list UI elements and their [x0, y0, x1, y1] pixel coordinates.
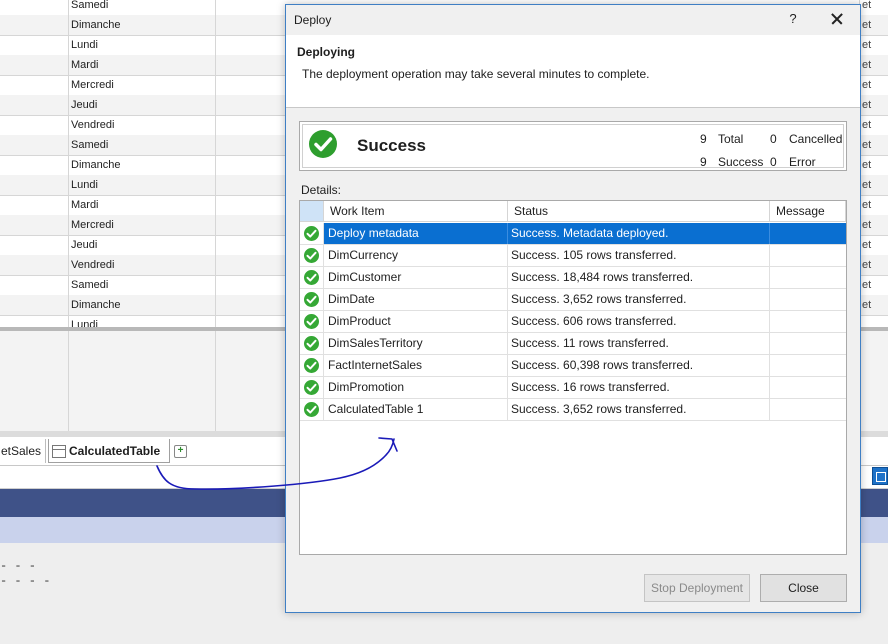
- message-cell: [770, 399, 846, 420]
- success-check-icon: [304, 248, 319, 263]
- status-cell: Success. 3,652 rows transferred.: [508, 399, 770, 420]
- status-cell: Success. 16 rows transferred.: [508, 377, 770, 398]
- add-table-icon: +: [174, 445, 187, 458]
- message-cell: [770, 333, 846, 354]
- status-cell: Success. 18,484 rows transferred.: [508, 267, 770, 288]
- total-count: 9: [700, 132, 707, 146]
- success-check-icon: [304, 336, 319, 351]
- close-button[interactable]: Close: [760, 574, 847, 602]
- deploy-dialog: Deploy ? Deploying The deployment operat…: [285, 4, 861, 613]
- help-button[interactable]: ?: [784, 10, 802, 28]
- success-check-icon: [304, 270, 319, 285]
- status-cell: Success. 11 rows transferred.: [508, 333, 770, 354]
- sheet-tab-sales[interactable]: etSales: [0, 439, 46, 463]
- success-check-icon: [304, 380, 319, 395]
- success-label: Success: [718, 155, 764, 169]
- work-item-cell: DimCustomer: [324, 267, 508, 288]
- cancelled-label: Cancelled: [789, 132, 843, 146]
- status-cell: Success. 105 rows transferred.: [508, 245, 770, 266]
- dash-line: - - - -: [0, 574, 51, 588]
- message-cell: [770, 355, 846, 376]
- status-cell: Success. 3,652 rows transferred.: [508, 289, 770, 310]
- message-cell: [770, 245, 846, 266]
- table-row[interactable]: DimCurrency Success. 105 rows transferre…: [300, 245, 846, 267]
- work-item-cell: DimProduct: [324, 311, 508, 332]
- work-item-cell: DimSalesTerritory: [324, 333, 508, 354]
- cancelled-count: 0: [770, 132, 777, 146]
- success-check-icon: [304, 226, 319, 241]
- table-row[interactable]: Deploy metadata Success. Metadata deploy…: [300, 223, 846, 245]
- message-cell: [770, 289, 846, 310]
- column-header-message[interactable]: Message: [770, 201, 846, 222]
- error-label: Error: [789, 155, 816, 169]
- success-check-icon: [304, 358, 319, 373]
- table-row[interactable]: FactInternetSales Success. 60,398 rows t…: [300, 355, 846, 377]
- dialog-description: The deployment operation may take severa…: [302, 67, 650, 81]
- message-cell: [770, 311, 846, 332]
- success-check-icon: [304, 314, 319, 329]
- status-cell: Success. 606 rows transferred.: [508, 311, 770, 332]
- success-check-icon: [304, 292, 319, 307]
- dash-line: - - -: [0, 559, 37, 573]
- select-all-header[interactable]: [300, 201, 324, 222]
- table-row[interactable]: CalculatedTable 1 Success. 3,652 rows tr…: [300, 399, 846, 421]
- work-item-cell: DimPromotion: [324, 377, 508, 398]
- dialog-heading: Deploying: [297, 45, 356, 59]
- message-cell: [770, 377, 846, 398]
- work-item-cell: FactInternetSales: [324, 355, 508, 376]
- message-cell: [770, 223, 846, 244]
- stop-deployment-button[interactable]: Stop Deployment: [644, 574, 750, 602]
- success-count: 9: [700, 155, 707, 169]
- grid-view-icon[interactable]: [872, 467, 888, 485]
- table-row[interactable]: DimDate Success. 3,652 rows transferred.: [300, 289, 846, 311]
- close-icon[interactable]: [826, 9, 848, 29]
- work-item-cell: CalculatedTable 1: [324, 399, 508, 420]
- details-table[interactable]: Work Item Status Message Deploy metadata…: [299, 200, 847, 555]
- sheet-tab-calculated-table[interactable]: CalculatedTable 1: [48, 439, 170, 482]
- dialog-title: Deploy: [294, 13, 332, 27]
- dialog-header: Deploying The deployment operation may t…: [286, 35, 860, 108]
- message-cell: [770, 267, 846, 288]
- work-item-cell: Deploy metadata: [324, 223, 508, 244]
- summary-panel: Success 9 Total 0 Cancelled 9 Success 0 …: [299, 121, 847, 171]
- success-check-icon: [304, 402, 319, 417]
- success-check-icon: [309, 130, 337, 158]
- table-icon: [52, 445, 66, 458]
- error-count: 0: [770, 155, 777, 169]
- status-cell: Success. Metadata deployed.: [508, 223, 770, 244]
- table-row[interactable]: DimProduct Success. 606 rows transferred…: [300, 311, 846, 333]
- work-item-cell: DimCurrency: [324, 245, 508, 266]
- status-cell: Success. 60,398 rows transferred.: [508, 355, 770, 376]
- work-item-cell: DimDate: [324, 289, 508, 310]
- table-row[interactable]: DimCustomer Success. 18,484 rows transfe…: [300, 267, 846, 289]
- summary-status: Success: [357, 136, 426, 155]
- table-row[interactable]: DimPromotion Success. 16 rows transferre…: [300, 377, 846, 399]
- column-header-work-item[interactable]: Work Item: [324, 201, 508, 222]
- column-header-status[interactable]: Status: [508, 201, 770, 222]
- table-row[interactable]: DimSalesTerritory Success. 11 rows trans…: [300, 333, 846, 355]
- total-label: Total: [718, 132, 744, 146]
- details-label: Details:: [301, 183, 342, 197]
- add-table-button[interactable]: +: [172, 439, 190, 463]
